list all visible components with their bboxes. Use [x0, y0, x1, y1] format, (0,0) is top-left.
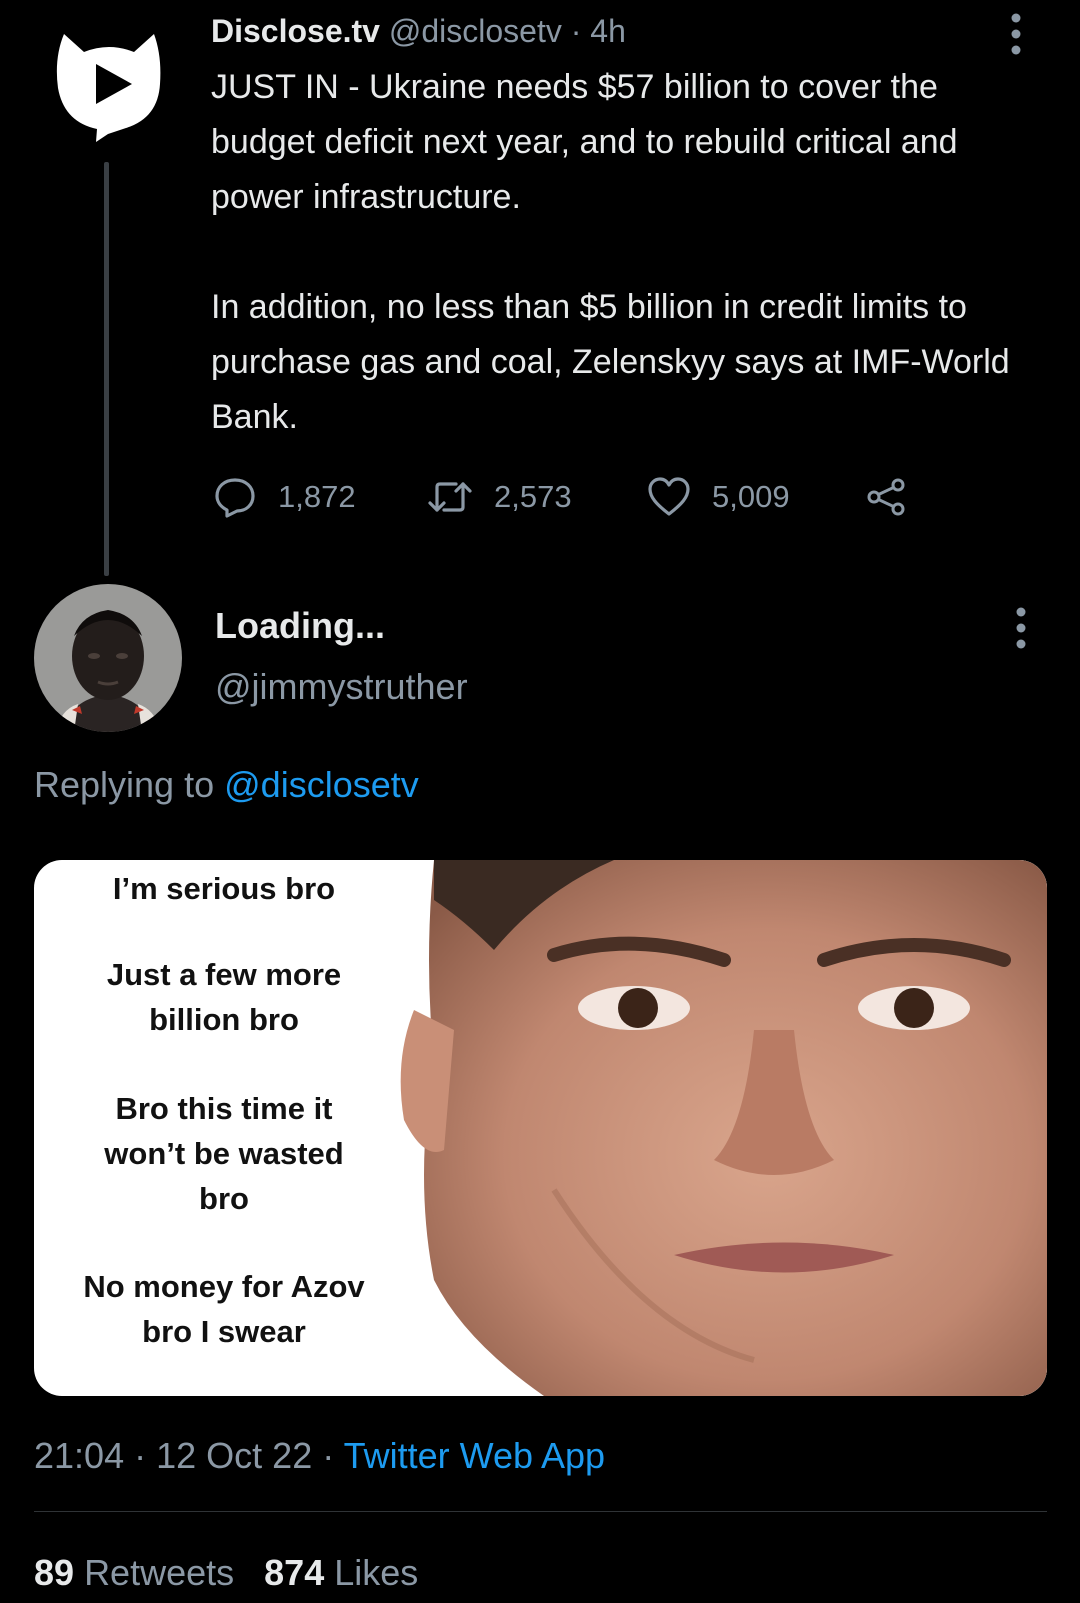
meme-line-6: bro: [199, 1181, 249, 1216]
disclosetv-avatar[interactable]: [50, 30, 168, 142]
tweet-image[interactable]: I’m serious bro Just a few more billion …: [34, 860, 1047, 1396]
parent-author-handle[interactable]: @disclosetv: [389, 13, 562, 49]
reply-author-name[interactable]: Loading...: [215, 603, 385, 649]
retweet-count: 2,573: [494, 479, 572, 514]
meme-caption: I’m serious bro Just a few more billion …: [34, 860, 414, 1396]
meme-line-4: Bro this time it: [115, 1091, 333, 1126]
retweet-icon: [428, 482, 472, 512]
divider: [34, 1511, 1047, 1512]
retweet-button[interactable]: 2,573: [426, 472, 572, 522]
replying-to-label: Replying to: [34, 764, 215, 805]
timestamp-dot-1: ·: [134, 1435, 147, 1476]
reply-icon: [215, 478, 255, 518]
meme-line-8: bro I swear: [142, 1314, 306, 1349]
tweet-date[interactable]: 12 Oct 22: [156, 1435, 312, 1476]
parent-paragraph-1: JUST IN - Ukraine needs $57 billion to c…: [211, 68, 958, 216]
likes-label: Likes: [334, 1552, 419, 1593]
play-cat-logo-icon: [56, 34, 161, 142]
parent-more-options-icon[interactable]: [1008, 12, 1024, 56]
source-app-link[interactable]: Twitter Web App: [344, 1435, 605, 1476]
reply-count: 1,872: [278, 479, 356, 514]
retweets-number: 89: [34, 1552, 75, 1593]
header-separator: ·: [570, 13, 582, 49]
parent-tweet-actions: 1,872 2,573 5,009: [212, 472, 912, 522]
parent-tweet-text: JUST IN - Ukraine needs $57 billion to c…: [211, 60, 1031, 445]
share-button[interactable]: [864, 472, 908, 522]
likes-stat[interactable]: 874 Likes: [264, 1552, 418, 1593]
meme-line-3: billion bro: [149, 1002, 299, 1037]
parent-paragraph-2: In addition, no less than $5 billion in …: [211, 288, 1010, 436]
tweet-time[interactable]: 21:04: [34, 1435, 124, 1476]
meme-line-7: No money for Azov: [83, 1269, 365, 1304]
meme-line-2: Just a few more: [106, 957, 342, 992]
thread-line: [104, 162, 109, 576]
meme-line-5: won’t be wasted: [104, 1136, 344, 1171]
replying-to: Replying to @disclosetv: [34, 762, 419, 808]
retweets-label: Retweets: [84, 1552, 235, 1593]
parent-author-name[interactable]: Disclose.tv: [211, 13, 380, 49]
like-count: 5,009: [712, 479, 790, 514]
reply-author-handle[interactable]: @jimmystruther: [215, 664, 468, 710]
like-button[interactable]: 5,009: [646, 472, 790, 522]
user-avatar-photo-icon: [34, 584, 182, 732]
share-icon: [867, 478, 905, 516]
heart-icon: [648, 477, 690, 516]
parent-tweet-header: Disclose.tv @disclosetv · 4h: [211, 10, 626, 52]
likes-number: 874: [264, 1552, 325, 1593]
replying-to-mention[interactable]: @disclosetv: [224, 764, 419, 805]
meme-line-1: I’m serious bro: [112, 871, 336, 906]
retweets-stat[interactable]: 89 Retweets: [34, 1552, 234, 1593]
reply-button[interactable]: 1,872: [212, 472, 356, 522]
avatar[interactable]: [34, 584, 182, 732]
timestamp-dot-2: ·: [322, 1435, 335, 1476]
parent-tweet-time[interactable]: 4h: [590, 13, 626, 49]
tweet-stats: 89 Retweets 874 Likes: [34, 1549, 418, 1597]
tweet-timestamp: 21:04 · 12 Oct 22 · Twitter Web App: [34, 1432, 605, 1480]
face-photo-icon: [394, 860, 1047, 1396]
reply-more-options-icon[interactable]: [1013, 606, 1029, 650]
